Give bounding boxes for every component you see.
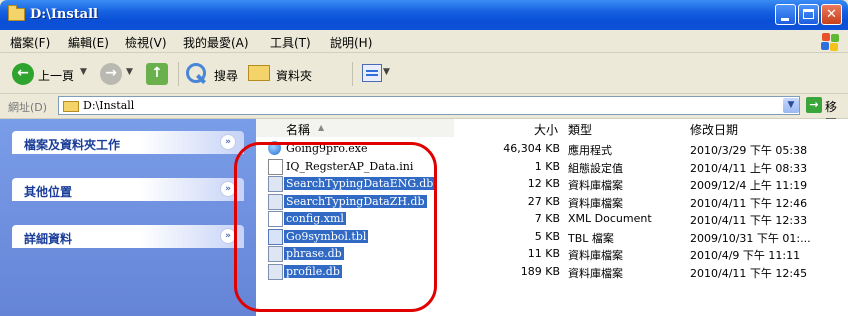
file-type: TBL 檔案 [568, 231, 614, 245]
task-panel-title[interactable]: 其他位置 [24, 183, 72, 200]
back-dropdown-icon[interactable]: ▼ [80, 67, 87, 77]
views-icon[interactable] [362, 64, 382, 82]
task-panel-details[interactable]: 詳細資料 » [12, 225, 244, 248]
toolbar-separator [178, 62, 179, 86]
menu-favorites[interactable]: 我的最愛(A) [183, 34, 249, 51]
column-header-name[interactable]: 名稱 ▲ [256, 119, 455, 137]
minimize-button[interactable] [775, 4, 796, 25]
file-size: 11 KB [527, 247, 560, 260]
column-header-type[interactable]: 類型 [564, 119, 685, 137]
file-modified: 2009/10/31 下午 01:... [690, 231, 811, 245]
file-size: 12 KB [527, 177, 560, 190]
task-panel-title[interactable]: 檔案及資料夾工作 [24, 136, 120, 153]
maximize-icon [803, 9, 814, 19]
file-modified: 2010/4/9 下午 11:11 [690, 249, 801, 262]
folder-icon [8, 5, 25, 21]
menu-tools[interactable]: 工具(T) [270, 34, 311, 51]
file-modified: 2009/12/4 上午 11:19 [690, 179, 808, 192]
column-name-label: 名稱 [286, 123, 311, 137]
file-type: 資料庫檔案 [568, 249, 623, 262]
menu-file[interactable]: 檔案(F) [10, 34, 50, 51]
expand-chevron-icon[interactable]: » [220, 134, 236, 150]
folders-icon[interactable] [248, 65, 270, 81]
forward-dropdown-icon[interactable]: ▼ [126, 67, 133, 77]
menu-view[interactable]: 檢視(V) [125, 34, 167, 51]
file-type: XML Document [568, 212, 652, 225]
file-modified: 2010/4/11 上午 08:33 [690, 161, 808, 175]
file-modified: 2010/4/11 下午 12:33 [690, 214, 808, 227]
toolbar: ← 上一頁 ▼ → ▼ ↑ 搜尋 資料夾 ▼ [0, 53, 848, 94]
file-modified: 2010/4/11 下午 12:45 [690, 266, 808, 280]
views-dropdown-icon[interactable]: ▼ [383, 67, 390, 77]
close-icon: ✕ [826, 7, 837, 22]
address-path[interactable]: D:\Install [83, 99, 134, 112]
task-pane: 檔案及資料夾工作 » 其他位置 » 詳細資料 » [0, 119, 256, 316]
back-button-label[interactable]: 上一頁 [38, 67, 74, 84]
toolbar-separator [352, 62, 353, 86]
column-type-label: 類型 [568, 123, 593, 137]
file-size: 7 KB [534, 212, 560, 225]
address-label: 網址(D) [8, 101, 48, 114]
close-button[interactable]: ✕ [821, 4, 842, 25]
sort-arrow-icon: ▲ [318, 123, 325, 132]
up-folder-icon[interactable]: ↑ [146, 63, 168, 85]
task-panel-other-places[interactable]: 其他位置 » [12, 178, 244, 201]
file-type: 應用程式 [568, 144, 612, 157]
menu-edit[interactable]: 編輯(E) [68, 34, 109, 51]
windows-logo-icon [812, 31, 846, 51]
minimize-icon [781, 18, 789, 21]
column-header-modified[interactable]: 修改日期 [684, 119, 848, 137]
file-type: 資料庫檔案 [568, 266, 623, 280]
address-dropdown-icon[interactable]: ▼ [783, 98, 799, 113]
task-panel-title[interactable]: 詳細資料 [24, 230, 72, 247]
file-size: 27 KB [527, 194, 560, 208]
file-modified: 2010/4/11 下午 12:46 [690, 196, 808, 210]
back-arrow-icon[interactable]: ← [12, 63, 34, 85]
forward-arrow-icon[interactable]: → [100, 63, 122, 85]
folder-icon [63, 101, 79, 112]
explorer-window: D:\Install ✕ 檔案(F) 編輯(E) 檢視(V) 我的最愛(A) 工… [0, 0, 848, 316]
highlight-oval [234, 142, 437, 312]
column-modified-label: 修改日期 [690, 123, 739, 137]
address-bar: 網址(D) D:\Install ▼ → 移至 [0, 94, 848, 131]
column-size-label: 大小 [533, 123, 558, 137]
address-field[interactable]: D:\Install ▼ [58, 96, 800, 115]
window-title: D:\Install [30, 7, 98, 22]
file-type: 資料庫檔案 [568, 196, 623, 210]
column-header-size[interactable]: 大小 [454, 119, 565, 137]
file-size: 1 KB [534, 159, 560, 173]
file-size: 5 KB [534, 229, 560, 243]
file-type: 資料庫檔案 [568, 179, 623, 192]
search-button-label[interactable]: 搜尋 [214, 67, 238, 84]
file-size: 46,304 KB [503, 142, 560, 155]
menu-bar: 檔案(F) 編輯(E) 檢視(V) 我的最愛(A) 工具(T) 說明(H) [0, 30, 848, 53]
file-modified: 2010/3/29 下午 05:38 [690, 144, 808, 157]
menu-help[interactable]: 說明(H) [330, 34, 372, 51]
title-bar[interactable]: D:\Install ✕ [0, 0, 848, 30]
file-size: 189 KB [520, 264, 560, 278]
task-panel-file-folder[interactable]: 檔案及資料夾工作 » [12, 131, 244, 154]
go-arrow-icon[interactable]: → [806, 97, 822, 113]
file-type: 組態設定值 [568, 161, 623, 175]
folders-button-label[interactable]: 資料夾 [276, 67, 312, 84]
maximize-button[interactable] [798, 4, 819, 25]
